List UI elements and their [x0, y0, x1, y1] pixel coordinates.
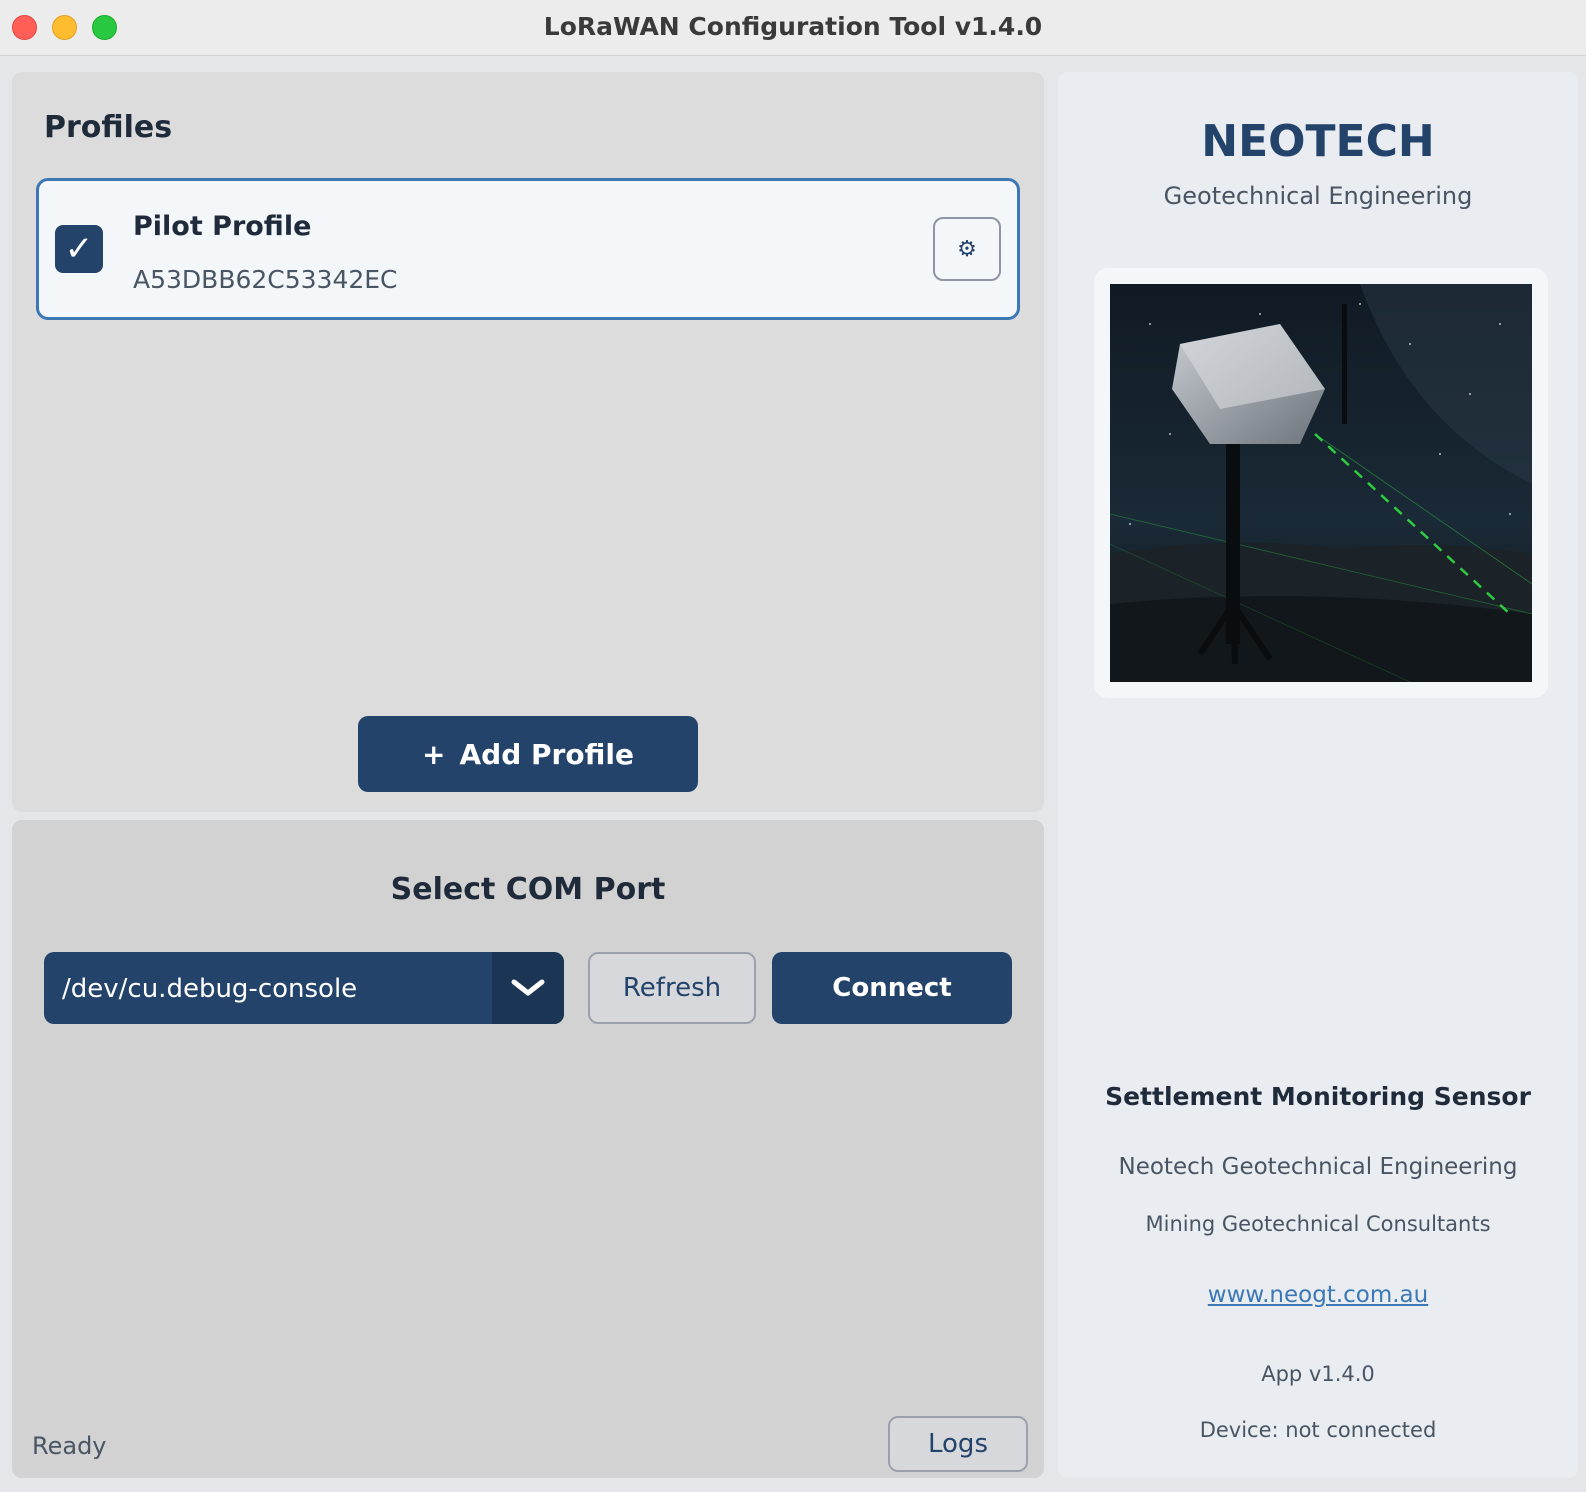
status-text: Ready [32, 1432, 107, 1460]
sensor-title: Settlement Monitoring Sensor [1105, 1082, 1531, 1111]
profiles-panel: Profiles ✓ Pilot Profile A53DBB62C53342E… [12, 72, 1044, 812]
profile-settings-button[interactable]: ⚙ [933, 217, 1001, 281]
com-port-heading: Select COM Port [390, 872, 666, 907]
com-port-panel: Select COM Port /dev/cu.debug-console Re… [12, 820, 1044, 1478]
sensor-device-image [1110, 284, 1532, 682]
profile-id: A53DBB62C53342EC [133, 265, 398, 294]
profiles-heading: Profiles [44, 110, 173, 145]
com-port-value: /dev/cu.debug-console [62, 974, 358, 1004]
website-link[interactable]: www.neogt.com.au [1058, 1282, 1578, 1308]
company-description: Mining Geotechnical Consultants [1145, 1212, 1491, 1236]
profile-name: Pilot Profile [133, 211, 312, 242]
app-version: App v1.4.0 [1261, 1362, 1375, 1386]
add-profile-button[interactable]: + Add Profile [358, 716, 698, 792]
device-status: Device: not connected [1199, 1418, 1437, 1442]
brand-logo: NEOTECH [1201, 116, 1435, 167]
gear-icon: ⚙ [957, 236, 977, 262]
company-name: Neotech Geotechnical Engineering [1118, 1154, 1518, 1180]
device-image-frame [1094, 268, 1548, 698]
info-panel: NEOTECH Geotechnical Engineering Settlem… [1058, 72, 1578, 1478]
plus-icon: + [422, 737, 446, 771]
refresh-button[interactable]: Refresh [588, 952, 756, 1024]
chevron-down-icon[interactable] [492, 952, 564, 1024]
brand-tagline: Geotechnical Engineering [1163, 182, 1473, 210]
profile-card[interactable]: ✓ Pilot Profile A53DBB62C53342EC ⚙ [36, 178, 1020, 320]
title-bar: LoRaWAN Configuration Tool v1.4.0 [0, 0, 1586, 56]
connect-button[interactable]: Connect [772, 952, 1012, 1024]
checkmark-icon: ✓ [64, 229, 94, 269]
logs-button[interactable]: Logs [888, 1416, 1028, 1472]
com-port-select[interactable]: /dev/cu.debug-console [44, 952, 564, 1024]
add-profile-label: Add Profile [459, 737, 634, 771]
window-title: LoRaWAN Configuration Tool v1.4.0 [543, 12, 1043, 41]
profile-checkbox[interactable]: ✓ [55, 225, 103, 273]
